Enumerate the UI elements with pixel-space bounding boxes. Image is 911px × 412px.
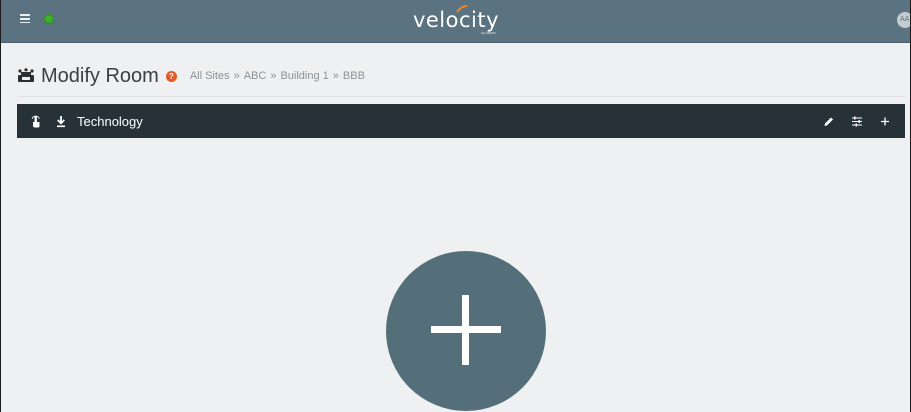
download-icon[interactable] — [55, 115, 67, 128]
user-avatar[interactable]: AA — [897, 12, 910, 28]
add-technology-button[interactable] — [386, 251, 546, 411]
logo-subtext: by Atlona — [481, 31, 496, 35]
breadcrumb-room: BBB — [342, 70, 365, 82]
velocity-logo[interactable]: velocity by Atlona — [381, 5, 531, 39]
app-frame: velocity by Atlona AA Modify Room ? All … — [0, 0, 911, 412]
logo-swoosh-icon — [456, 5, 468, 13]
edit-pencil-icon[interactable] — [823, 115, 835, 128]
breadcrumb-separator: » — [270, 70, 277, 82]
page-title: Modify Room — [41, 64, 159, 87]
breadcrumb: All Sites » ABC » Building 1 » BBB — [190, 70, 365, 82]
section-title: Technology — [77, 113, 143, 129]
top-navigation-bar: velocity by Atlona AA — [1, 0, 910, 43]
hamburger-menu-icon[interactable] — [20, 12, 30, 26]
page-heading: Modify Room ? All Sites » ABC » Building… — [17, 62, 365, 90]
plus-icon — [462, 295, 469, 365]
touch-icon[interactable] — [30, 115, 42, 128]
settings-sliders-icon[interactable] — [851, 115, 863, 128]
globe-status-icon[interactable] — [44, 14, 54, 24]
heading-divider — [17, 96, 905, 97]
breadcrumb-building[interactable]: Building 1 — [280, 70, 328, 82]
section-left-actions: Technology — [30, 114, 143, 129]
breadcrumb-separator: » — [233, 70, 240, 82]
help-icon[interactable]: ? — [165, 70, 177, 82]
breadcrumb-separator: » — [332, 70, 339, 82]
technology-section-header: Technology — [17, 104, 905, 138]
breadcrumb-site[interactable]: ABC — [244, 70, 267, 82]
section-right-actions — [823, 104, 891, 138]
room-icon — [18, 68, 34, 82]
add-plus-icon[interactable] — [879, 115, 891, 128]
breadcrumb-all-sites[interactable]: All Sites — [190, 70, 230, 82]
